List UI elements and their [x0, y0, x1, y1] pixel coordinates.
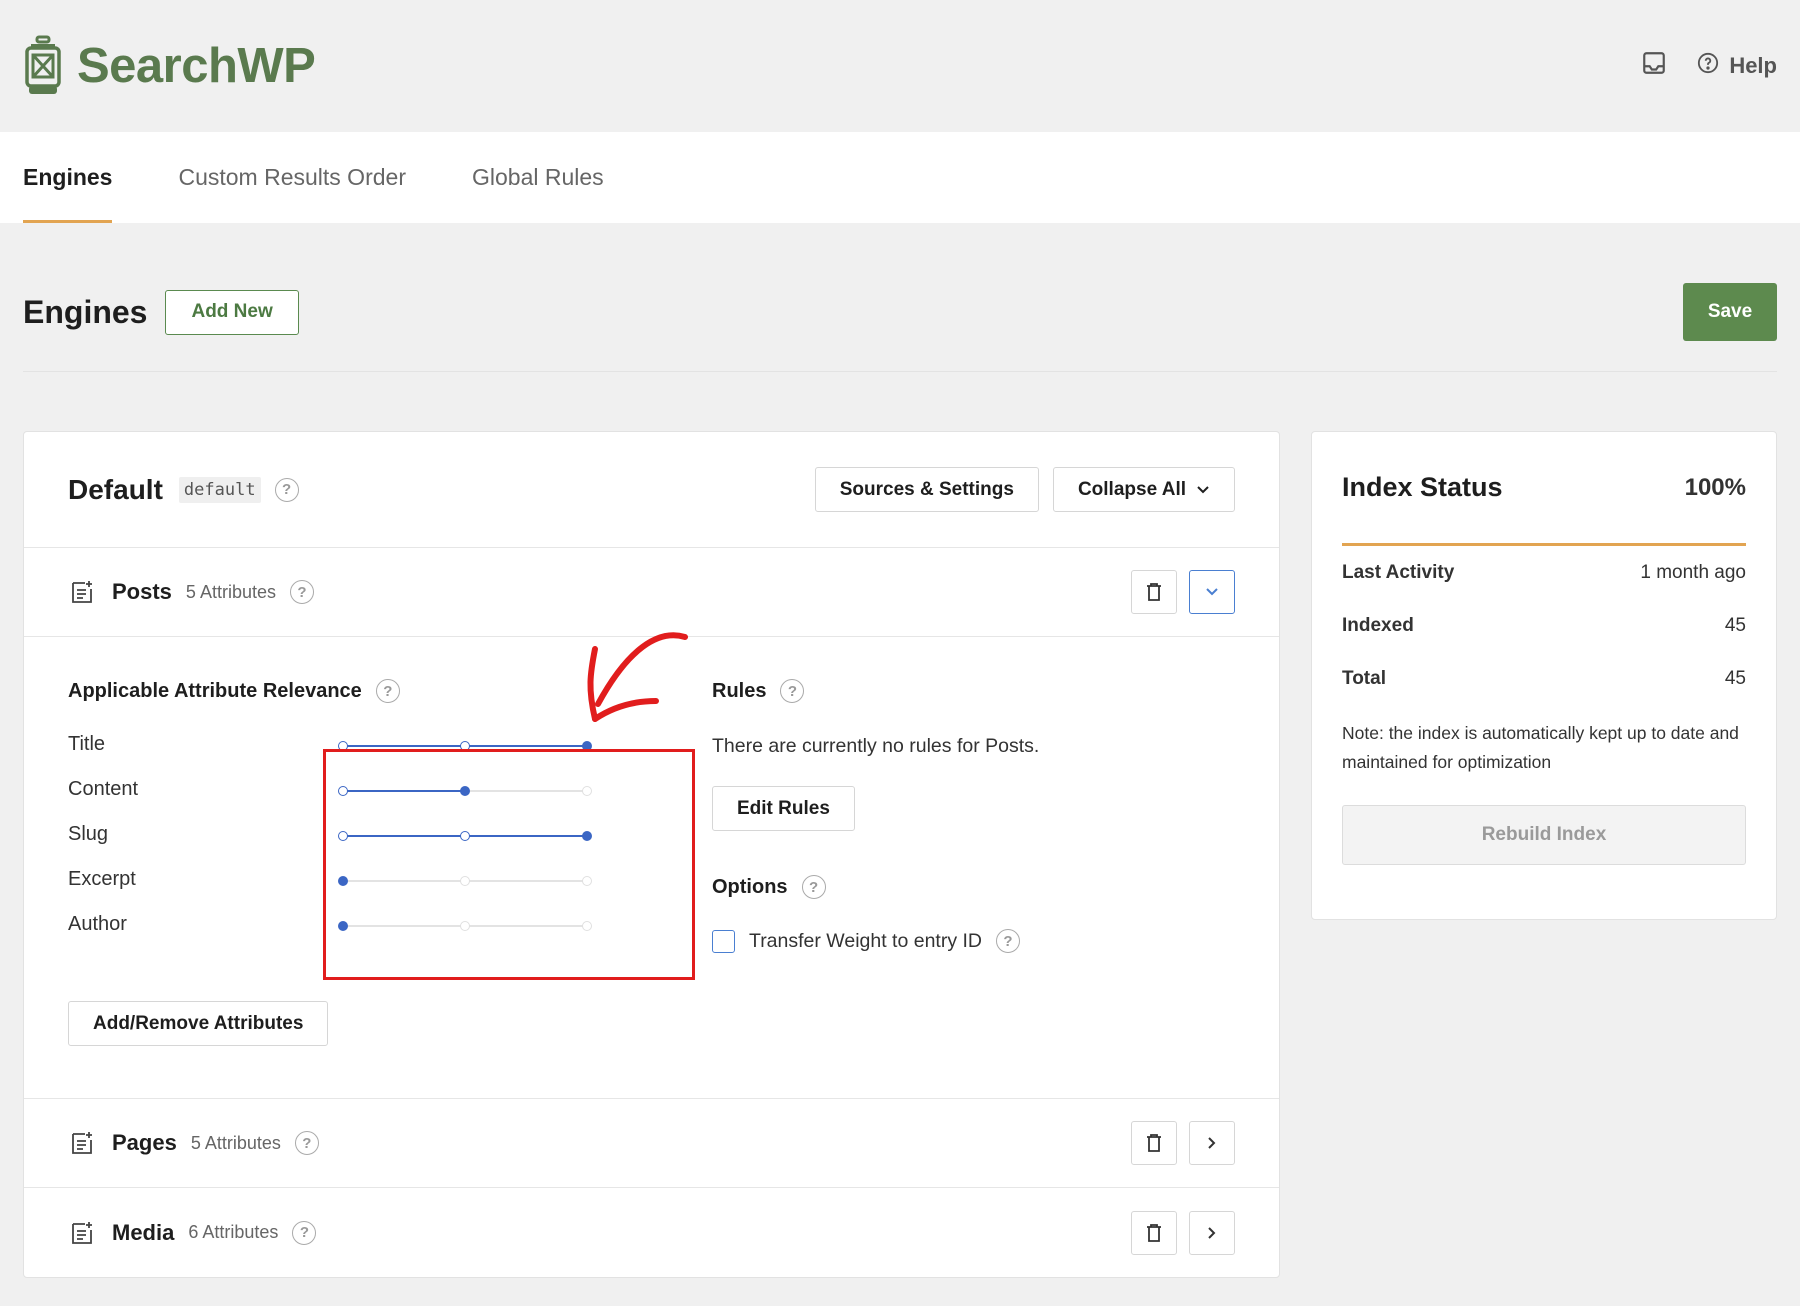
delete-source-button[interactable]: [1131, 570, 1177, 614]
question-circle-icon[interactable]: ?: [780, 679, 805, 703]
edit-rules-button[interactable]: Edit Rules: [712, 786, 855, 831]
chevron-down-icon: [1196, 479, 1210, 501]
attribute-label: Title: [68, 733, 106, 755]
index-status-header: Index Status 100%: [1342, 432, 1746, 546]
source-attribute-count: 5 Attributes: [185, 581, 276, 602]
collapse-all-label: Collapse All: [1077, 478, 1186, 500]
attribute-label: Excerpt: [68, 868, 136, 890]
question-circle-icon[interactable]: ?: [801, 875, 826, 899]
engines-title-row: Engines Add New Save: [23, 283, 1777, 341]
collapse-all-button[interactable]: Collapse All: [1052, 467, 1235, 512]
stat-label: Indexed: [1342, 614, 1414, 636]
stat-label: Last Activity: [1342, 561, 1455, 583]
question-circle-icon[interactable]: ?: [274, 477, 299, 502]
add-new-button[interactable]: Add New: [165, 289, 299, 335]
stat-label: Total: [1342, 667, 1386, 689]
rebuild-index-button[interactable]: Rebuild Index: [1342, 805, 1746, 865]
source-row-media: Media 6 Attributes ?: [24, 1188, 1279, 1277]
searchwp-logo[interactable]: SearchWP: [23, 35, 316, 97]
source-name: Pages: [112, 1130, 177, 1155]
app-header: SearchWP Help: [0, 0, 1800, 132]
index-status-note: Note: the index is automatically kept up…: [1342, 723, 1739, 772]
source-attribute-count: 6 Attributes: [188, 1222, 279, 1242]
toggle-source-button[interactable]: [1189, 570, 1235, 614]
divider: [23, 371, 1777, 372]
relevance-title: Applicable Attribute Relevance: [68, 679, 362, 702]
attribute-label: Author: [68, 913, 127, 935]
highlight-box: [323, 749, 695, 980]
save-button[interactable]: Save: [1683, 283, 1777, 341]
rules-empty-text: There are currently no rules for Posts.: [712, 735, 1040, 757]
chevron-down-icon: [1206, 588, 1218, 596]
page-title: Engines: [23, 293, 148, 330]
tab-global-rules[interactable]: Global Rules: [472, 132, 604, 223]
chevron-right-icon: [1208, 1137, 1216, 1149]
options-title: Options ?: [712, 875, 1232, 899]
document-plus-icon: [72, 581, 92, 603]
rules-title-text: Rules: [712, 679, 767, 702]
source-name: Media: [112, 1219, 175, 1245]
document-plus-icon: [72, 1221, 92, 1244]
engine-header: Default default ? Sources & Settings Col…: [24, 432, 1279, 548]
engine-name: Default: [68, 473, 163, 505]
toggle-source-button[interactable]: [1189, 1210, 1235, 1255]
question-circle-icon[interactable]: ?: [292, 1220, 317, 1245]
source-name: Posts: [112, 579, 172, 604]
trash-icon: [1147, 1223, 1161, 1242]
stat-row-total: Total 45: [1342, 652, 1746, 705]
options-title-text: Options: [712, 875, 788, 898]
question-circle-icon[interactable]: ?: [375, 679, 400, 703]
help-button[interactable]: Help: [1697, 52, 1777, 80]
attribute-relevance-section: Applicable Attribute Relevance ? Title Co…: [68, 632, 695, 980]
document-plus-icon: [72, 1132, 92, 1154]
index-status-percent: 100%: [1684, 473, 1746, 501]
attribute-label: Slug: [68, 823, 109, 845]
stat-value: 45: [1724, 667, 1746, 689]
transfer-weight-label[interactable]: Transfer Weight to entry ID: [749, 930, 982, 953]
transfer-weight-checkbox[interactable]: [712, 929, 735, 953]
trash-icon: [1147, 1134, 1161, 1152]
attribute-label: Content: [68, 778, 139, 800]
tab-engines[interactable]: Engines: [23, 132, 113, 223]
rules-title: Rules ?: [712, 679, 1232, 703]
help-label: Help: [1729, 53, 1777, 78]
stat-value: 1 month ago: [1640, 561, 1746, 583]
stat-row-last-activity: Last Activity 1 month ago: [1342, 546, 1746, 599]
inbox-button[interactable]: [1641, 50, 1667, 82]
question-circle-icon: [1697, 52, 1719, 80]
delete-source-button[interactable]: [1131, 1121, 1177, 1165]
stat-row-indexed: Indexed 45: [1342, 599, 1746, 652]
source-attribute-count: 5 Attributes: [190, 1132, 281, 1153]
app-name: SearchWP: [77, 39, 316, 93]
engine-card-default: Default default ? Sources & Settings Col…: [23, 431, 1280, 1278]
sources-settings-label: Sources & Settings: [839, 478, 1014, 500]
tab-custom-results-order[interactable]: Custom Results Order: [178, 132, 406, 223]
question-circle-icon[interactable]: ?: [294, 1131, 319, 1155]
rules-options-section: Rules ? There are currently no rules for…: [712, 679, 1232, 953]
chevron-right-icon: [1208, 1226, 1216, 1239]
index-status-title: Index Status: [1342, 472, 1503, 502]
engine-slug: default: [178, 476, 261, 503]
trash-icon: [1147, 583, 1161, 601]
annotation-arrow-icon: [587, 632, 688, 722]
stat-value: 45: [1724, 614, 1746, 636]
question-circle-icon[interactable]: ?: [289, 580, 314, 604]
main-tabs: Engines Custom Results Order Global Rule…: [0, 132, 1800, 223]
add-remove-attributes-button[interactable]: Add/Remove Attributes: [68, 1001, 329, 1046]
transfer-weight-option: Transfer Weight to entry ID ?: [712, 929, 1232, 953]
source-body-posts: Applicable Attribute Relevance ? Title Co…: [24, 632, 1279, 1099]
source-row-posts: Posts 5 Attributes ?: [24, 548, 1279, 637]
source-row-pages: Pages 5 Attributes ?: [24, 1099, 1279, 1188]
sources-settings-button[interactable]: Sources & Settings: [814, 467, 1039, 512]
toggle-source-button[interactable]: [1189, 1121, 1235, 1165]
inbox-icon: [1641, 50, 1667, 82]
lantern-icon: [23, 35, 63, 97]
delete-source-button[interactable]: [1131, 1210, 1177, 1255]
question-circle-icon[interactable]: ?: [996, 929, 1021, 953]
index-status-card: Index Status 100% Last Activity 1 month …: [1311, 431, 1777, 920]
